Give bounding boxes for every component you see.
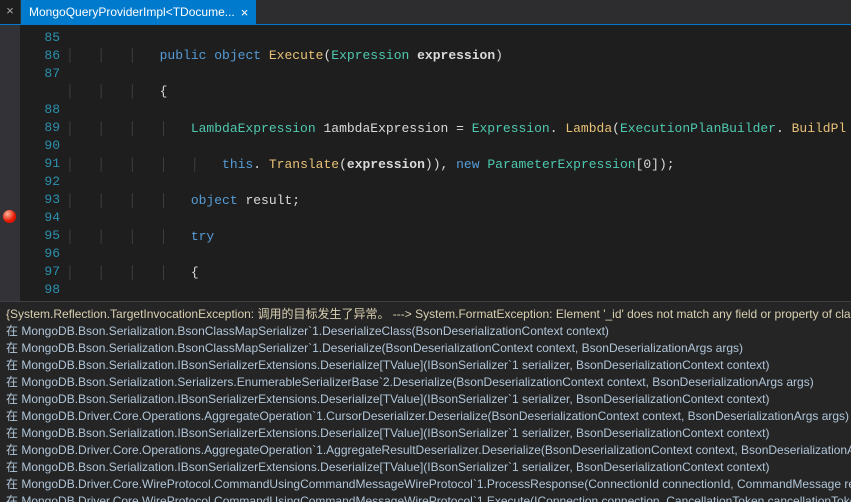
code-editor[interactable]: 8586878889909192939495969798 │ │ │ publi… [0, 25, 851, 301]
kw-try: try [191, 229, 214, 244]
type-expression: Expression [331, 48, 409, 63]
line-number: 91 [20, 155, 60, 173]
kw-public: public [160, 48, 207, 63]
stack-frame: 在 MongoDB.Bson.Serialization.Serializers… [6, 374, 845, 391]
method-name: Execute [269, 48, 324, 63]
type-paramexpr: ParameterExpression [487, 157, 635, 172]
method-buildp: BuildPl [792, 121, 847, 136]
paren: ) [495, 48, 503, 63]
output-panel[interactable]: {System.Reflection.TargetInvocationExcep… [0, 301, 851, 502]
kw-object: object [214, 48, 261, 63]
panel-close-icon[interactable]: × [0, 0, 21, 24]
stack-frame: 在 MongoDB.Driver.Core.WireProtocol.Comma… [6, 476, 845, 493]
type-lambda: LambdaExpression [191, 121, 316, 136]
line-number: 87 [20, 65, 60, 83]
stack-frame: 在 MongoDB.Bson.Serialization.IBsonSerial… [6, 391, 845, 408]
breakpoint-margin[interactable] [0, 25, 20, 301]
brace: { [160, 84, 168, 99]
dot: . [550, 121, 566, 136]
line-number: 93 [20, 191, 60, 209]
line-number: 90 [20, 137, 60, 155]
stack-frame: 在 MongoDB.Bson.Serialization.BsonClassMa… [6, 323, 845, 340]
line-number: 96 [20, 245, 60, 263]
line-number: 95 [20, 227, 60, 245]
stack-frame: 在 MongoDB.Bson.Serialization.IBsonSerial… [6, 357, 845, 374]
paren: ( [339, 157, 347, 172]
index: [0]); [636, 157, 675, 172]
line-number [20, 83, 60, 101]
var: 1ambdaExpression = [323, 121, 471, 136]
stack-frame: 在 MongoDB.Driver.Core.Operations.Aggrega… [6, 442, 845, 459]
dot: . [776, 121, 792, 136]
line-number: 86 [20, 47, 60, 65]
kw-this: this [222, 157, 253, 172]
line-number: 92 [20, 173, 60, 191]
line-number-gutter: 858687 8889909192939495969798 [20, 25, 66, 301]
tab-title: MongoQueryProviderImpl<TDocume... [29, 4, 235, 21]
line-number: 97 [20, 263, 60, 281]
dot: . [253, 157, 269, 172]
line-number: 85 [20, 29, 60, 47]
tab-active[interactable]: MongoQueryProviderImpl<TDocume... × [21, 0, 256, 24]
line-number: 89 [20, 119, 60, 137]
tab-bar: × MongoQueryProviderImpl<TDocume... × [0, 0, 851, 25]
exception-message: {System.Reflection.TargetInvocationExcep… [6, 306, 845, 323]
line-number: 98 [20, 281, 60, 299]
paren: ( [612, 121, 620, 136]
line-number: 88 [20, 101, 60, 119]
stack-frame: 在 MongoDB.Driver.Core.WireProtocol.Comma… [6, 493, 845, 502]
stack-frame: 在 MongoDB.Bson.Serialization.IBsonSerial… [6, 459, 845, 476]
paren: )), [425, 157, 456, 172]
param-expression2: expression [347, 157, 425, 172]
method-lambda: Lambda [565, 121, 612, 136]
txt: result; [238, 193, 300, 208]
stack-frame: 在 MongoDB.Driver.Core.Operations.Aggrega… [6, 408, 845, 425]
close-icon[interactable]: × [241, 6, 249, 19]
type-epb: ExecutionPlanBuilder [620, 121, 776, 136]
code-area[interactable]: │ │ │ public object Execute(Expression e… [66, 25, 851, 301]
stack-frame: 在 MongoDB.Bson.Serialization.IBsonSerial… [6, 425, 845, 442]
kw-object2: object [191, 193, 238, 208]
stack-frame: 在 MongoDB.Bson.Serialization.BsonClassMa… [6, 340, 845, 357]
param-expression: expression [417, 48, 495, 63]
line-number: 94 [20, 209, 60, 227]
type-expression2: Expression [472, 121, 550, 136]
kw-new: new [456, 157, 479, 172]
method-translate: Translate [269, 157, 339, 172]
brace: { [191, 265, 199, 280]
breakpoint-icon[interactable] [3, 210, 16, 223]
